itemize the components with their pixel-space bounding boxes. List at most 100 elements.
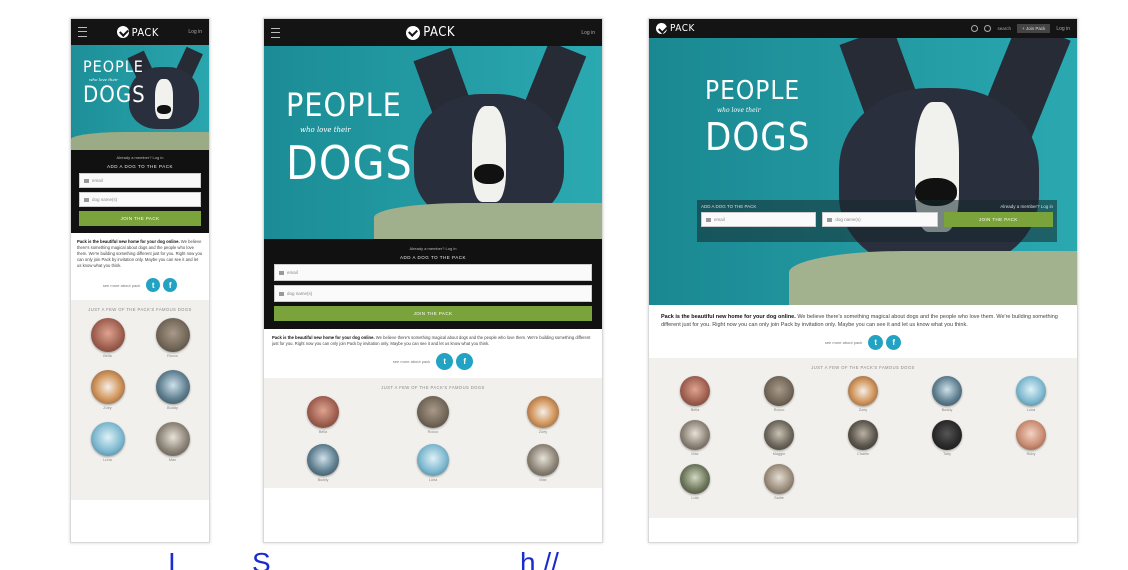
pet-card[interactable]: Luna [1016, 376, 1046, 412]
signup-form: Already a member? Log in ADD A DOG TO TH… [71, 150, 209, 233]
pet-card[interactable]: Zoey [527, 396, 559, 434]
signup-title: ADD A DOG TO THE PACK [400, 255, 466, 260]
hero-line-middle: who love their [300, 126, 351, 134]
login-link[interactable]: Log in [1056, 26, 1070, 32]
more-link[interactable]: see more about pack [825, 340, 862, 345]
facebook-icon[interactable]: f [456, 353, 474, 370]
join-button[interactable]: JOIN THE PACK [943, 212, 1053, 227]
pack-logo-icon [116, 26, 129, 38]
pet-name: Bella [690, 408, 700, 412]
menu-icon[interactable] [271, 27, 280, 38]
pet-card[interactable]: Bella [307, 396, 339, 434]
pet-card[interactable]: Rocco [155, 318, 190, 358]
more-link[interactable]: see more about pack [103, 283, 140, 288]
email-field[interactable]: email [79, 173, 201, 188]
pet-avatar [848, 376, 878, 406]
pet-card[interactable]: Zoey [90, 370, 125, 410]
hero-headline: PEOPLE who love their DOGS [83, 57, 146, 108]
pet-card[interactable]: Buddy [932, 376, 962, 412]
pet-name: Maggie [772, 452, 786, 456]
pet-card[interactable]: Rocco [417, 396, 449, 434]
mobile-mockup: PACK Log in PEOPLE who love their DOGS A… [70, 18, 210, 543]
caption-url[interactable]: h // [520, 551, 559, 570]
search-icon[interactable] [984, 25, 992, 32]
member-line[interactable]: Already a member? Log in [1000, 204, 1053, 209]
desktop-mockup: PACK search + Join Pack Log in PEOPLE wh… [648, 18, 1078, 543]
pet-avatar [90, 318, 125, 352]
pet-avatar [417, 444, 449, 476]
pet-avatar [307, 444, 339, 476]
pet-avatar [527, 396, 559, 428]
pet-avatar [680, 464, 710, 494]
pet-avatar [155, 422, 190, 456]
pet-card[interactable]: Zoey [848, 376, 878, 412]
pet-card[interactable]: Bella [90, 318, 125, 358]
email-field[interactable]: email [274, 264, 592, 281]
member-line[interactable]: Already a member? Log in [79, 155, 201, 160]
pet-avatar [1016, 420, 1046, 450]
pet-avatar [932, 376, 962, 406]
caption-prefix: I [168, 551, 176, 570]
pet-card[interactable]: Maggie [764, 420, 794, 456]
more-link[interactable]: see more about pack [393, 359, 430, 364]
brand-name: PACK [423, 25, 456, 40]
pet-avatar [90, 370, 125, 404]
member-line[interactable]: Already a member? Log in [274, 246, 592, 251]
intro-text: Pack is the beautiful new home for your … [71, 233, 209, 274]
pet-avatar [527, 444, 559, 476]
mail-icon [706, 217, 711, 222]
pack-logo-icon [406, 25, 421, 40]
hero-line-people: PEOPLE [705, 76, 801, 106]
pet-card[interactable]: Buddy [155, 370, 190, 410]
pet-avatar [764, 376, 794, 406]
pet-card[interactable]: Sadie [764, 464, 794, 500]
intro-lead: Pack is the beautiful new home for your … [272, 335, 375, 340]
pet-card[interactable]: Max [527, 444, 559, 482]
pet-name: Rocco [167, 354, 178, 358]
pet-card[interactable]: Lola [680, 464, 710, 500]
dog-name-field[interactable]: dog name(s) [274, 285, 592, 302]
dog-name-field[interactable]: dog name(s) [822, 212, 938, 227]
facebook-icon[interactable]: f [163, 278, 178, 292]
brand[interactable]: PACK [116, 26, 159, 39]
login-link[interactable]: Log in [188, 29, 202, 35]
hero-line-middle: who love their [89, 77, 119, 82]
pet-card[interactable]: Luna [90, 422, 125, 462]
email-field[interactable]: email [701, 212, 817, 227]
brand-name: PACK [670, 23, 695, 34]
pet-avatar [764, 420, 794, 450]
login-link[interactable]: Log in [581, 30, 595, 36]
pet-card[interactable]: Rocco [764, 376, 794, 412]
pet-card[interactable]: Ruby [1016, 420, 1046, 456]
hero-line-people: PEOPLE [286, 86, 402, 124]
pet-name: Luna [1026, 408, 1036, 412]
search-link[interactable]: search [997, 26, 1011, 31]
twitter-icon[interactable]: t [436, 353, 454, 370]
pet-avatar [680, 376, 710, 406]
paw-icon [84, 197, 89, 202]
pet-avatar [155, 370, 190, 404]
twitter-icon[interactable]: t [868, 335, 884, 350]
brand[interactable]: PACK [656, 23, 695, 34]
pet-card[interactable]: Max [155, 422, 190, 462]
menu-icon[interactable] [78, 27, 87, 37]
pet-card[interactable]: Buddy [307, 444, 339, 482]
join-button[interactable]: JOIN THE PACK [79, 211, 201, 226]
pet-card[interactable]: Toby [932, 420, 962, 456]
pet-card[interactable]: Max [680, 420, 710, 456]
join-button[interactable]: JOIN THE PACK [274, 306, 592, 321]
pet-name: Toby [942, 452, 952, 456]
notifications-icon[interactable] [971, 25, 979, 32]
pet-card[interactable]: Luna [417, 444, 449, 482]
signup-title: ADD A DOG TO THE PACK [701, 204, 757, 209]
dog-name-field[interactable]: dog name(s) [79, 192, 201, 207]
pet-card[interactable]: Bella [680, 376, 710, 412]
join-pack-button[interactable]: + Join Pack [1016, 24, 1051, 33]
pet-name: Buddy [941, 408, 953, 412]
facebook-icon[interactable]: f [886, 335, 902, 350]
pet-avatar [764, 464, 794, 494]
brand[interactable]: PACK [406, 25, 455, 40]
hero-headline: PEOPLE who love their DOGS [705, 76, 810, 159]
pet-card[interactable]: Charlie [848, 420, 878, 456]
twitter-icon[interactable]: t [146, 278, 161, 292]
